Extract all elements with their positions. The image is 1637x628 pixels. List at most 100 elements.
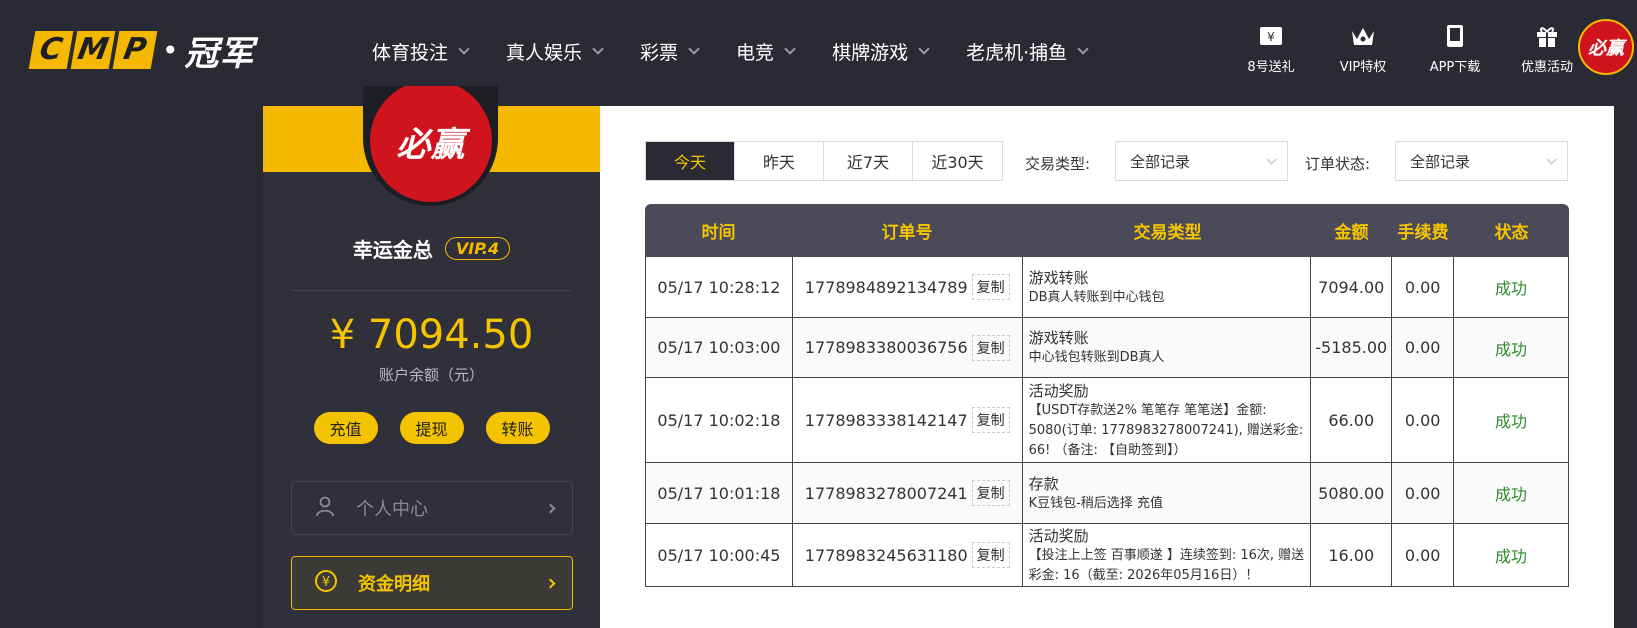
- chevron-down-icon: [1077, 43, 1089, 55]
- top-nav-bar: C M P • 冠军 体育投注 真人娱乐 彩票 电竞 棋牌游戏 老虎机·捕鱼 ¥…: [0, 0, 1637, 102]
- cell-order: 1778984892134789 复制: [793, 257, 1023, 317]
- nav-item-esports[interactable]: 电竞: [736, 36, 796, 66]
- nav-item-lottery[interactable]: 彩票: [640, 36, 700, 66]
- chevron-down-icon: [784, 43, 796, 55]
- wallet-actions: 充值 提现 转账: [263, 412, 600, 444]
- cell-amount: 66.00: [1311, 378, 1393, 462]
- sidebar-item-personal-center[interactable]: 个人中心: [291, 481, 573, 535]
- cell-fee: 0.00: [1392, 257, 1455, 317]
- vip-badge: VIP.4: [444, 237, 511, 260]
- right-nav-vip[interactable]: VIP特权: [1317, 22, 1409, 75]
- transaction-type-label: 交易类型:: [1025, 155, 1091, 173]
- cell-amount: 7094.00: [1311, 257, 1393, 317]
- nav-label: 真人娱乐: [506, 41, 583, 64]
- ticket-icon: ¥: [1257, 22, 1285, 50]
- chevron-down-icon: [918, 43, 930, 55]
- table-row: 05/17 10:02:18 1778983338142147 复制 活动奖励 【U…: [645, 378, 1569, 463]
- user-icon: [314, 495, 336, 521]
- copy-button[interactable]: 复制: [971, 542, 1010, 568]
- status-badge: 成功: [1495, 485, 1528, 504]
- copy-button[interactable]: 复制: [971, 480, 1010, 506]
- right-nav-label: APP下载: [1429, 60, 1481, 75]
- tab-today[interactable]: 今天: [646, 142, 735, 180]
- cell-order: 1778983338142147 复制: [793, 378, 1023, 462]
- cell-type: 存款 K豆钱包-稍后选择 充值: [1023, 463, 1312, 523]
- transaction-type: 游戏转账: [1028, 329, 1089, 347]
- cell-time: 05/17 10:01:18: [646, 463, 793, 523]
- nav-label: 体育投注: [372, 41, 449, 64]
- order-number: 1778983380036756: [804, 338, 968, 357]
- chevron-down-icon: [458, 43, 470, 55]
- cell-time: 05/17 10:00:45: [646, 524, 793, 586]
- transfer-button[interactable]: 转账: [485, 412, 550, 444]
- right-nav-app[interactable]: APP下载: [1409, 22, 1501, 75]
- order-status-label: 订单状态:: [1305, 155, 1371, 173]
- transactions-table: 时间 订单号 交易类型 金额 手续费 状态 05/17 10:28:12 177…: [645, 204, 1569, 587]
- transaction-desc: 【投注上上签 百事顺遂 】连续签到: 16次, 赠送彩金: 16（截至: 202…: [1028, 547, 1305, 583]
- sidebar-item-label: 个人中心: [356, 499, 428, 520]
- cell-fee: 0.00: [1392, 524, 1455, 586]
- copy-button[interactable]: 复制: [971, 334, 1010, 361]
- yen-coin-icon: ¥: [314, 569, 338, 597]
- right-nav-gift8[interactable]: ¥ 8号送礼: [1225, 22, 1317, 75]
- transaction-desc: 【USDT存款送2% 笔笔存 笔笔送】金额: 5080(订单: 17789832…: [1028, 402, 1304, 458]
- logo-letter: C: [28, 31, 74, 69]
- tab-7-days[interactable]: 近7天: [824, 142, 913, 180]
- nav-item-sports[interactable]: 体育投注: [372, 36, 470, 66]
- nav-label: 老虎机·捕鱼: [966, 41, 1068, 64]
- copy-button[interactable]: 复制: [971, 407, 1010, 433]
- chevron-down-icon: [1266, 154, 1277, 165]
- withdraw-button[interactable]: 提现: [399, 412, 464, 444]
- cell-status: 成功: [1454, 524, 1569, 586]
- transaction-type: 活动奖励: [1028, 526, 1089, 545]
- nav-label: 电竞: [736, 41, 775, 64]
- cell-amount: -5185.00: [1311, 318, 1393, 377]
- tab-30-days[interactable]: 近30天: [913, 142, 1002, 180]
- cell-time: 05/17 10:03:00: [646, 318, 793, 377]
- main-nav: 体育投注 真人娱乐 彩票 电竞 棋牌游戏 老虎机·捕鱼: [372, 36, 1125, 66]
- table-row: 05/17 10:00:45 1778983245631180 复制 活动奖励 【投…: [645, 524, 1569, 587]
- cell-type: 活动奖励 【USDT存款送2% 笔笔存 笔笔送】金额: 5080(订单: 1778…: [1023, 378, 1312, 462]
- tab-yesterday[interactable]: 昨天: [735, 142, 824, 180]
- sidebar-item-label: 资金明细: [358, 574, 430, 595]
- user-avatar[interactable]: 必赢: [1578, 19, 1634, 75]
- avatar-text: 必赢: [1588, 38, 1624, 59]
- order-number: 1778983338142147: [804, 410, 968, 430]
- nav-item-slots-fishing[interactable]: 老虎机·捕鱼: [966, 36, 1089, 66]
- table-body: 05/17 10:28:12 1778984892134789 复制 游戏转账 DB…: [645, 257, 1569, 587]
- date-range-tabs: 今天 昨天 近7天 近30天: [645, 141, 1003, 181]
- account-sidebar: 必赢 幸运金总 VIP.4 ¥ 7094.50 账户余额（元） 充值 提现 转账…: [263, 86, 600, 628]
- nav-label: 彩票: [640, 41, 679, 64]
- status-badge: 成功: [1495, 547, 1528, 566]
- table-row: 05/17 10:01:18 1778983278007241 复制 存款 K豆钱包…: [645, 463, 1569, 524]
- table-row: 05/17 10:28:12 1778984892134789 复制 游戏转账 DB…: [645, 257, 1569, 318]
- column-header: 金额: [1334, 223, 1369, 243]
- order-status-select[interactable]: 全部记录: [1395, 141, 1568, 181]
- divider: [291, 290, 571, 291]
- cell-fee: 0.00: [1392, 378, 1455, 462]
- transaction-type: 存款: [1028, 474, 1059, 493]
- right-nav-label: 8号送礼: [1247, 60, 1295, 75]
- cell-fee: 0.00: [1392, 463, 1455, 523]
- status-badge: 成功: [1495, 279, 1528, 298]
- transaction-type-select[interactable]: 全部记录: [1115, 141, 1288, 181]
- deposit-button[interactable]: 充值: [313, 412, 378, 444]
- crown-icon: [1349, 22, 1377, 50]
- nav-item-card-games[interactable]: 棋牌游戏: [832, 36, 930, 66]
- nav-item-live-casino[interactable]: 真人娱乐: [506, 36, 604, 66]
- brand-logo[interactable]: C M P • 冠军: [28, 30, 255, 74]
- transaction-desc: 中心钱包转账到DB真人: [1028, 350, 1165, 365]
- fund-details-panel: 今天 昨天 近7天 近30天 交易类型: 全部记录 订单状态: 全部记录 时间 …: [600, 106, 1614, 628]
- sidebar-item-fund-details[interactable]: ¥ 资金明细: [291, 556, 573, 610]
- phone-icon: [1441, 22, 1469, 50]
- logo-letter: M: [70, 31, 116, 69]
- copy-button[interactable]: 复制: [971, 274, 1010, 300]
- username: 幸运金总: [352, 238, 433, 262]
- right-nav: ¥ 8号送礼 VIP特权 APP下载 优惠活动: [1225, 22, 1593, 75]
- logo-letters: C M P: [28, 31, 158, 69]
- right-nav-label: 优惠活动: [1520, 60, 1573, 75]
- table-row: 05/17 10:03:00 1778983380036756 复制 游戏转账中心…: [645, 318, 1569, 378]
- cell-status: 成功: [1454, 318, 1569, 377]
- chevron-down-icon: [688, 43, 700, 55]
- logo-letter: P: [112, 31, 158, 69]
